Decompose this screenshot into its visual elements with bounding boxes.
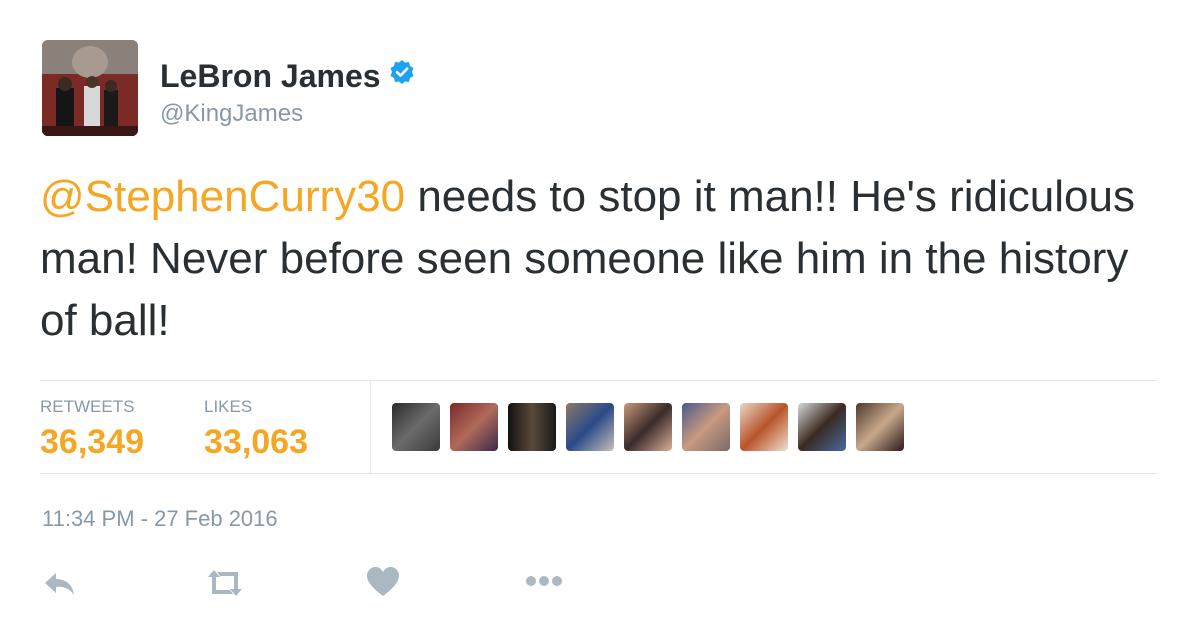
liker-avatar[interactable] (392, 403, 440, 451)
tweet-text: @StephenCurry30 needs to stop it man!! H… (40, 166, 1160, 352)
likes-label: LIKES (204, 397, 253, 416)
retweets-label: RETWEETS (40, 397, 135, 416)
tweet-mention-link[interactable]: @StephenCurry30 (40, 172, 405, 221)
author-name-row[interactable]: LeBron James (160, 58, 415, 95)
reply-icon[interactable] (42, 570, 78, 603)
stats-divider (370, 381, 371, 473)
verified-badge-icon (389, 59, 415, 90)
tweet-stats: RETWEETS 36,349 LIKES 33,063 (40, 380, 1158, 474)
liker-avatar[interactable] (450, 403, 498, 451)
liker-avatar[interactable] (856, 403, 904, 451)
liker-avatar[interactable] (740, 403, 788, 451)
liker-avatar[interactable] (508, 403, 556, 451)
liker-avatar[interactable] (566, 403, 614, 451)
retweets-count: 36,349 (40, 423, 144, 461)
author-handle[interactable]: @KingJames (160, 100, 303, 128)
tweet-timestamp[interactable]: 11:34 PM - 27 Feb 2016 (42, 506, 278, 532)
author-avatar[interactable] (42, 40, 138, 136)
author-name[interactable]: LeBron James (160, 58, 381, 94)
retweet-icon[interactable] (204, 568, 246, 603)
liker-avatar[interactable] (798, 403, 846, 451)
liker-avatar[interactable] (624, 403, 672, 451)
like-icon[interactable] (366, 566, 400, 603)
liker-avatar[interactable] (682, 403, 730, 451)
likes-count: 33,063 (204, 423, 308, 461)
more-icon[interactable] (524, 574, 564, 593)
retweets-stat[interactable]: RETWEETS 36,349 (40, 397, 144, 462)
likes-stat[interactable]: LIKES 33,063 (204, 397, 308, 462)
